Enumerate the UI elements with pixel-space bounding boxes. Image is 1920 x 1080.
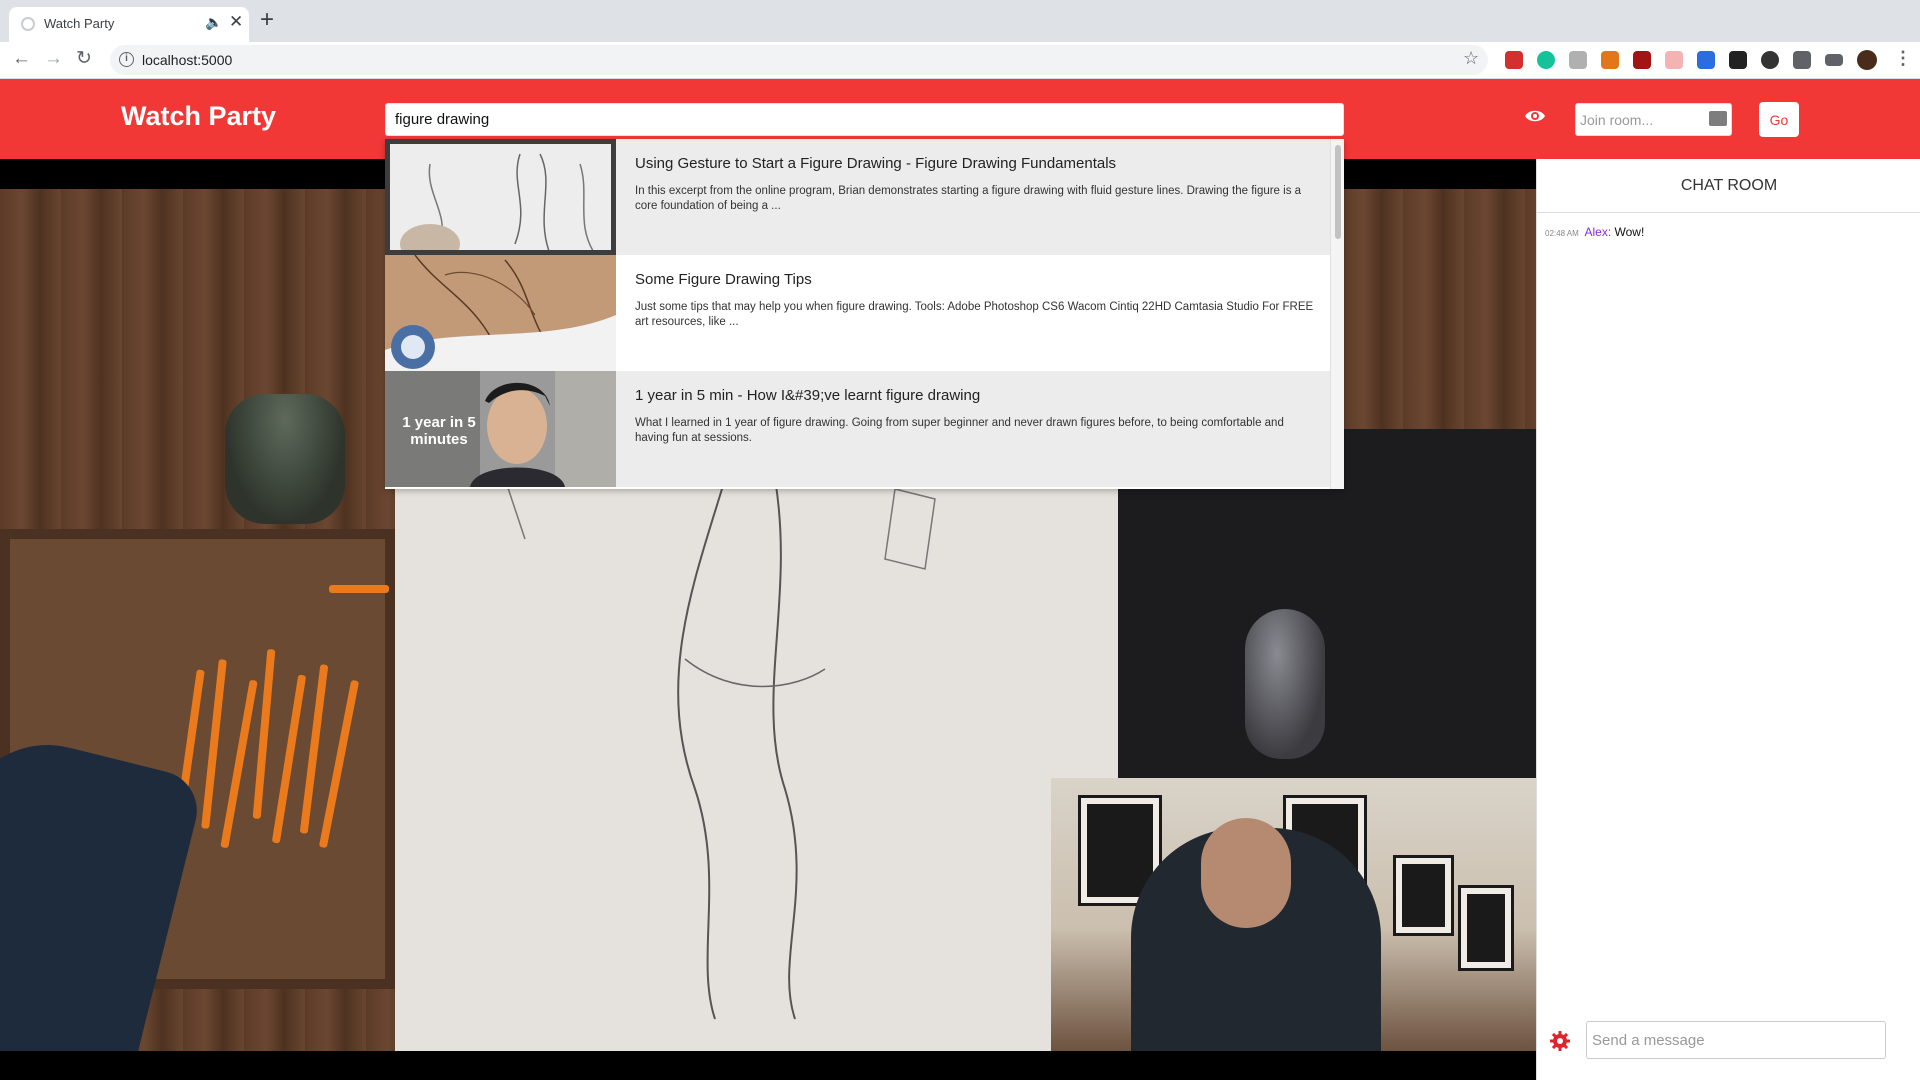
grammarly-icon[interactable] (1537, 51, 1555, 69)
keyboard-icon[interactable] (1709, 111, 1727, 126)
eye-icon[interactable] (1524, 108, 1546, 124)
video-search-input[interactable] (385, 103, 1344, 136)
tab-title: Watch Party (44, 16, 115, 31)
search-result-item[interactable]: Some Figure Drawing Tips Just some tips … (385, 255, 1330, 371)
chat-message: 02:48 AM Alex: Wow! (1545, 225, 1644, 239)
go-button[interactable]: Go (1759, 102, 1799, 137)
extension-paw-icon[interactable] (1761, 51, 1779, 69)
instructor-pip-video (1051, 778, 1536, 1051)
drawing-paper-image (395, 459, 1120, 1051)
mute-tab-icon[interactable]: 🔈 (205, 14, 222, 31)
search-result-item[interactable]: Using Gesture to Start a Figure Drawing … (385, 139, 1330, 255)
chat-panel: CHAT ROOM 02:48 AM Alex: Wow! (1536, 159, 1920, 1080)
result-description: Just some tips that may help you when fi… (635, 301, 1314, 328)
result-thumbnail (385, 255, 616, 371)
back-icon[interactable]: ← (12, 47, 31, 71)
media-control-icon[interactable] (1825, 54, 1843, 66)
chat-message-input[interactable] (1586, 1021, 1886, 1059)
browser-toolbar: ← → ↻ i localhost:5000 ☆ ⋮ (0, 42, 1920, 79)
new-tab-icon[interactable]: + (260, 8, 274, 32)
browser-tab[interactable]: Watch Party 🔈 ✕ (9, 7, 249, 42)
extension-red-icon[interactable] (1505, 51, 1523, 69)
desk-mat-image (1118, 429, 1536, 829)
results-scroll-thumb[interactable] (1335, 145, 1341, 239)
result-thumbnail (385, 139, 616, 255)
result-title[interactable]: Using Gesture to Start a Figure Drawing … (635, 155, 1116, 172)
tab-favicon-icon (21, 17, 35, 31)
ublock-icon[interactable] (1633, 51, 1651, 69)
result-description: What I learned in 1 year of figure drawi… (635, 417, 1284, 444)
chat-divider (1537, 212, 1920, 213)
results-scrollbar[interactable] (1330, 139, 1344, 489)
metamask-icon[interactable] (1601, 51, 1619, 69)
extension-gray-icon[interactable] (1569, 51, 1587, 69)
message-user: Alex: (1584, 225, 1612, 239)
reload-icon[interactable]: ↻ (76, 47, 92, 71)
extension-pink-icon[interactable] (1665, 51, 1683, 69)
search-results-dropdown: Using Gesture to Start a Figure Drawing … (385, 139, 1344, 489)
brand-title: Watch Party (121, 101, 277, 131)
address-bar[interactable]: i localhost:5000 ☆ (110, 45, 1488, 75)
result-title[interactable]: 1 year in 5 min - How I&#39;ve learnt fi… (635, 387, 980, 404)
settings-gear-icon[interactable] (1550, 1031, 1570, 1051)
chat-title: CHAT ROOM (1680, 177, 1778, 194)
info-icon[interactable]: i (119, 52, 134, 67)
result-title[interactable]: Some Figure Drawing Tips (635, 271, 812, 288)
menu-icon[interactable]: ⋮ (1894, 48, 1912, 69)
browser-tabstrip: Watch Party 🔈 ✕ + (0, 0, 1920, 42)
thumbnail-caption: 1 year in 5 minutes (402, 414, 476, 448)
close-tab-icon[interactable]: ✕ (229, 12, 243, 32)
extensions-icon[interactable] (1793, 51, 1811, 69)
forward-icon[interactable]: → (44, 47, 63, 71)
computer-mouse-image (1245, 609, 1325, 759)
url-text: localhost:5000 (142, 52, 233, 68)
bookmark-star-icon[interactable]: ☆ (1463, 48, 1479, 69)
result-thumbnail: 1 year in 5 minutes (385, 371, 616, 487)
jar-image (225, 394, 345, 524)
profile-avatar[interactable] (1857, 50, 1877, 70)
extension-blue-icon[interactable] (1697, 51, 1715, 69)
result-description: In this excerpt from the online program,… (635, 185, 1302, 212)
extension-dark-icon[interactable] (1729, 51, 1747, 69)
message-text: Wow! (1614, 225, 1645, 239)
search-result-item[interactable]: 1 year in 5 minutes 1 year in 5 min - Ho… (385, 371, 1330, 487)
message-time: 02:48 AM (1545, 229, 1579, 238)
